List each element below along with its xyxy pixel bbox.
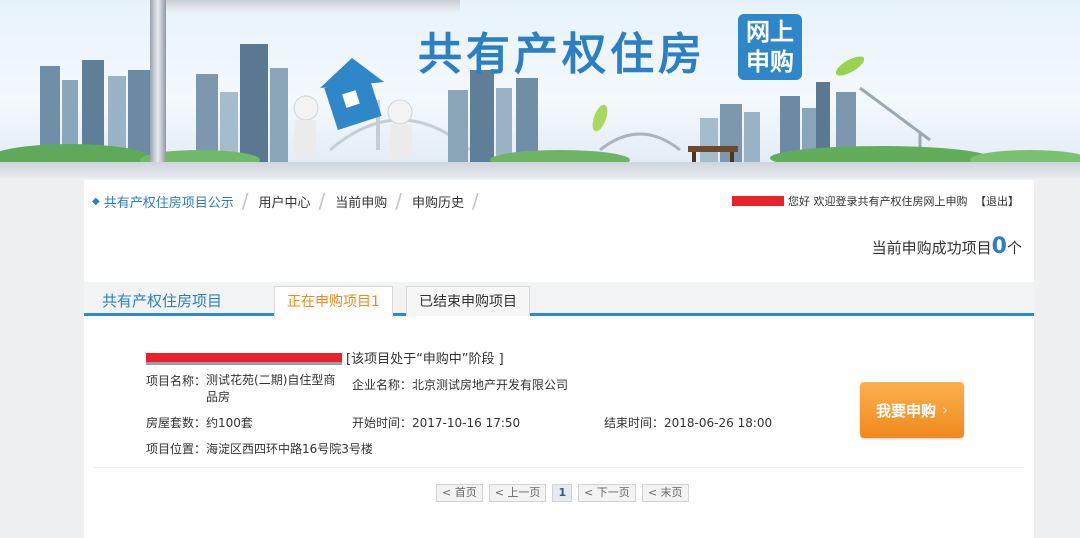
units-value: 约100套 (206, 416, 253, 430)
project-status: [该项目处于“申购中”阶段 ] (346, 352, 504, 367)
company-value: 北京测试房地产开发有限公司 (412, 378, 569, 392)
nav-separator: / (318, 189, 326, 213)
banner-bottom-strip (0, 162, 1080, 178)
start-time-label: 开始时间： (352, 416, 413, 430)
start-time-value: 2017-10-16 17:50 (412, 416, 521, 430)
nav-item-label: 申购历史 (412, 195, 465, 211)
nav-item-label: 用户中心 (258, 195, 311, 211)
success-count-unit: 个 (1006, 239, 1022, 257)
nav-separator: / (241, 189, 249, 213)
banner-frame-top (150, 0, 460, 12)
units-field: 房屋套数：约100套 (146, 414, 253, 431)
prev-page-button[interactable]: < 上一页 (488, 484, 547, 502)
nav-item-application-history[interactable]: 申购历史 / (412, 189, 489, 213)
end-time-value: 2018-06-26 18:00 (664, 416, 773, 430)
nav-item-current-application[interactable]: 当前申购 / (335, 189, 412, 213)
redacted-project-title-underline (146, 362, 342, 365)
success-count-label: 当前申购成功项目 (871, 239, 992, 257)
success-count-summary: 当前申购成功项目0个 (872, 234, 1022, 259)
redacted-project-title (146, 353, 342, 362)
company-field: 企业名称：北京测试房地产开发有限公司 (352, 376, 568, 393)
nav-item-project-publicity[interactable]: 共有产权住房项目公示 / (104, 189, 259, 213)
banner-frame-post (150, 0, 166, 178)
end-time-label: 结束时间： (604, 416, 665, 430)
pagination: < 首页 < 上一页 1 < 下一页 < 末页 (436, 484, 689, 502)
project-tab-bar: 共有产权住房项目 正在申购项目1 已结束申购项目 (84, 282, 1034, 317)
location-field: 项目位置：海淀区西四环中路16号院3号楼 (146, 440, 373, 457)
badge-line1: 网上 (746, 18, 794, 46)
next-page-button[interactable]: < 下一页 (578, 484, 636, 502)
success-count-value: 0 (991, 234, 1007, 259)
project-name-label: 项目名称： (146, 374, 207, 388)
end-time-field: 结束时间：2018-06-26 18:00 (604, 414, 772, 431)
tab-active-projects[interactable]: 正在申购项目1 (274, 286, 393, 317)
location-label: 项目位置： (146, 442, 207, 456)
welcome-text: 您好 欢迎登录共有产权住房网上申购 (788, 195, 968, 208)
company-label: 企业名称： (352, 378, 413, 392)
main-panel: ◆ 共有产权住房项目公示 / 用户中心 / 当前申购 / 申购历史 / 您好 欢… (84, 180, 1034, 538)
header-banner: 共有产权住房 网上 申购 (0, 0, 1080, 178)
nav-separator: / (472, 189, 479, 213)
apply-button-label: 我要申购 (875, 401, 936, 420)
project-name-value: 测试花苑(二期)自住型商品房 (206, 373, 336, 404)
current-page-indicator[interactable]: 1 (552, 484, 573, 502)
units-label: 房屋套数： (146, 416, 207, 430)
online-apply-badge: 网上 申购 (738, 14, 802, 80)
tab-ended-projects[interactable]: 已结束申购项目 (406, 286, 530, 316)
redacted-username (732, 196, 784, 206)
logout-link[interactable]: 【退出】 (975, 195, 1019, 208)
last-page-button[interactable]: < 末页 (641, 484, 689, 502)
welcome-message: 您好 欢迎登录共有产权住房网上申购 【退出】 (788, 193, 1019, 209)
nav-item-label: 共有产权住房项目公示 (103, 195, 234, 211)
first-page-button[interactable]: < 首页 (436, 484, 483, 502)
nav-item-user-center[interactable]: 用户中心 / (258, 189, 335, 213)
house-illustration (293, 58, 413, 158)
project-card: [该项目处于“申购中”阶段 ] 项目名称：测试花苑(二期)自住型商品房 企业名称… (84, 320, 1034, 470)
start-time-field: 开始时间：2017-10-16 17:50 (352, 414, 520, 431)
chevron-right-icon: › (942, 401, 948, 419)
section-title: 共有产权住房项目 (102, 292, 223, 310)
badge-line2: 申购 (746, 48, 794, 76)
apply-button[interactable]: 我要申购 › (860, 382, 964, 438)
location-value: 海淀区西四环中路16号院3号楼 (206, 442, 373, 456)
active-bullet-icon: ◆ (92, 195, 100, 207)
project-name-field: 项目名称：测试花苑(二期)自住型商品房 (146, 372, 346, 406)
nav-separator: / (395, 189, 402, 213)
card-divider (94, 467, 1024, 468)
nav-item-label: 当前申购 (335, 195, 388, 211)
banner-title: 共有产权住房 (418, 29, 706, 80)
